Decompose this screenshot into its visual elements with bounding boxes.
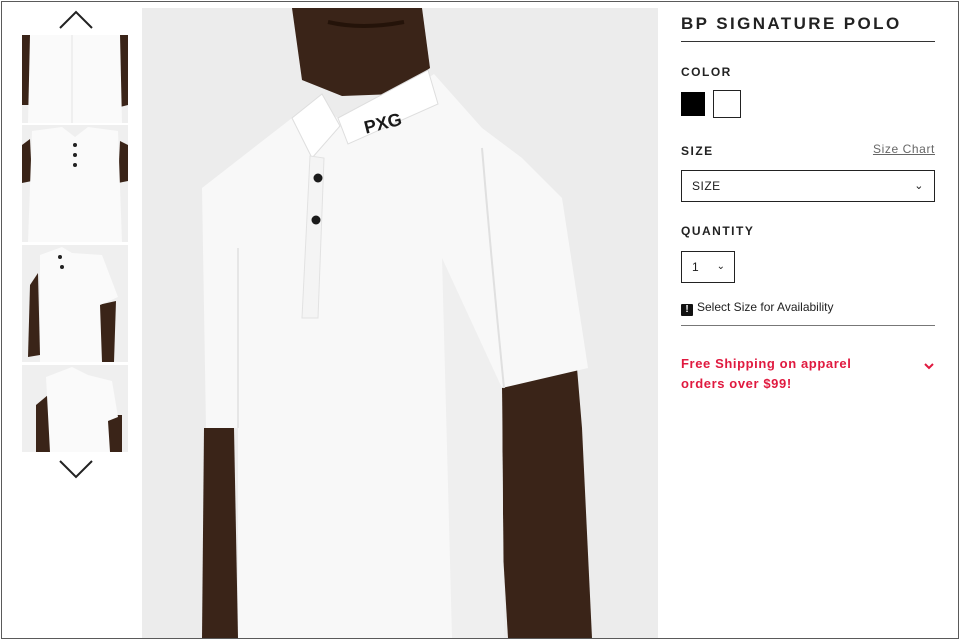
thumbnail-image-front (22, 35, 128, 123)
quantity-select[interactable]: 1 ⌄ (681, 251, 735, 283)
availability-note: ! Select Size for Availability (681, 300, 834, 316)
thumbnail-image-angle (22, 245, 128, 362)
color-swatch-black[interactable] (681, 92, 705, 116)
quantity-value: 1 (692, 260, 699, 274)
shipping-promo: Free Shipping on apparel orders over $99… (681, 356, 852, 391)
size-select[interactable]: SIZE ⌄ (681, 170, 935, 202)
size-chart-link[interactable]: Size Chart (873, 142, 935, 156)
thumbnail-gallery (20, 2, 132, 482)
chevron-down-icon: ⌄ (716, 261, 725, 272)
thumbnail-image-side (22, 365, 128, 452)
size-select-value: SIZE (692, 179, 721, 193)
thumbnail-1[interactable] (22, 35, 128, 123)
thumbnail-2[interactable] (22, 125, 128, 242)
availability-divider (681, 325, 935, 326)
main-product-image: PXG (142, 8, 658, 638)
model-wearing-polo: PXG (142, 8, 658, 638)
chevron-up-icon[interactable] (58, 8, 94, 32)
color-label: COLOR (681, 65, 732, 79)
product-title: BP SIGNATURE POLO (681, 14, 902, 33)
chevron-down-icon: ⌄ (914, 180, 924, 192)
size-label: SIZE (681, 144, 714, 158)
chevron-down-icon[interactable] (58, 457, 94, 481)
product-page: PXG BP SIGNATURE POLO COLOR SIZE Size Ch… (1, 1, 959, 639)
availability-text: Select Size for Availability (697, 300, 834, 314)
color-swatch-white[interactable] (713, 90, 741, 118)
alert-icon: ! (681, 304, 693, 316)
thumbnail-4[interactable] (22, 365, 128, 452)
thumbnail-image-buttons (22, 125, 128, 242)
chevron-down-icon[interactable] (923, 360, 935, 372)
thumbnail-3[interactable] (22, 245, 128, 362)
title-divider (681, 41, 935, 42)
quantity-label: QUANTITY (681, 224, 755, 238)
